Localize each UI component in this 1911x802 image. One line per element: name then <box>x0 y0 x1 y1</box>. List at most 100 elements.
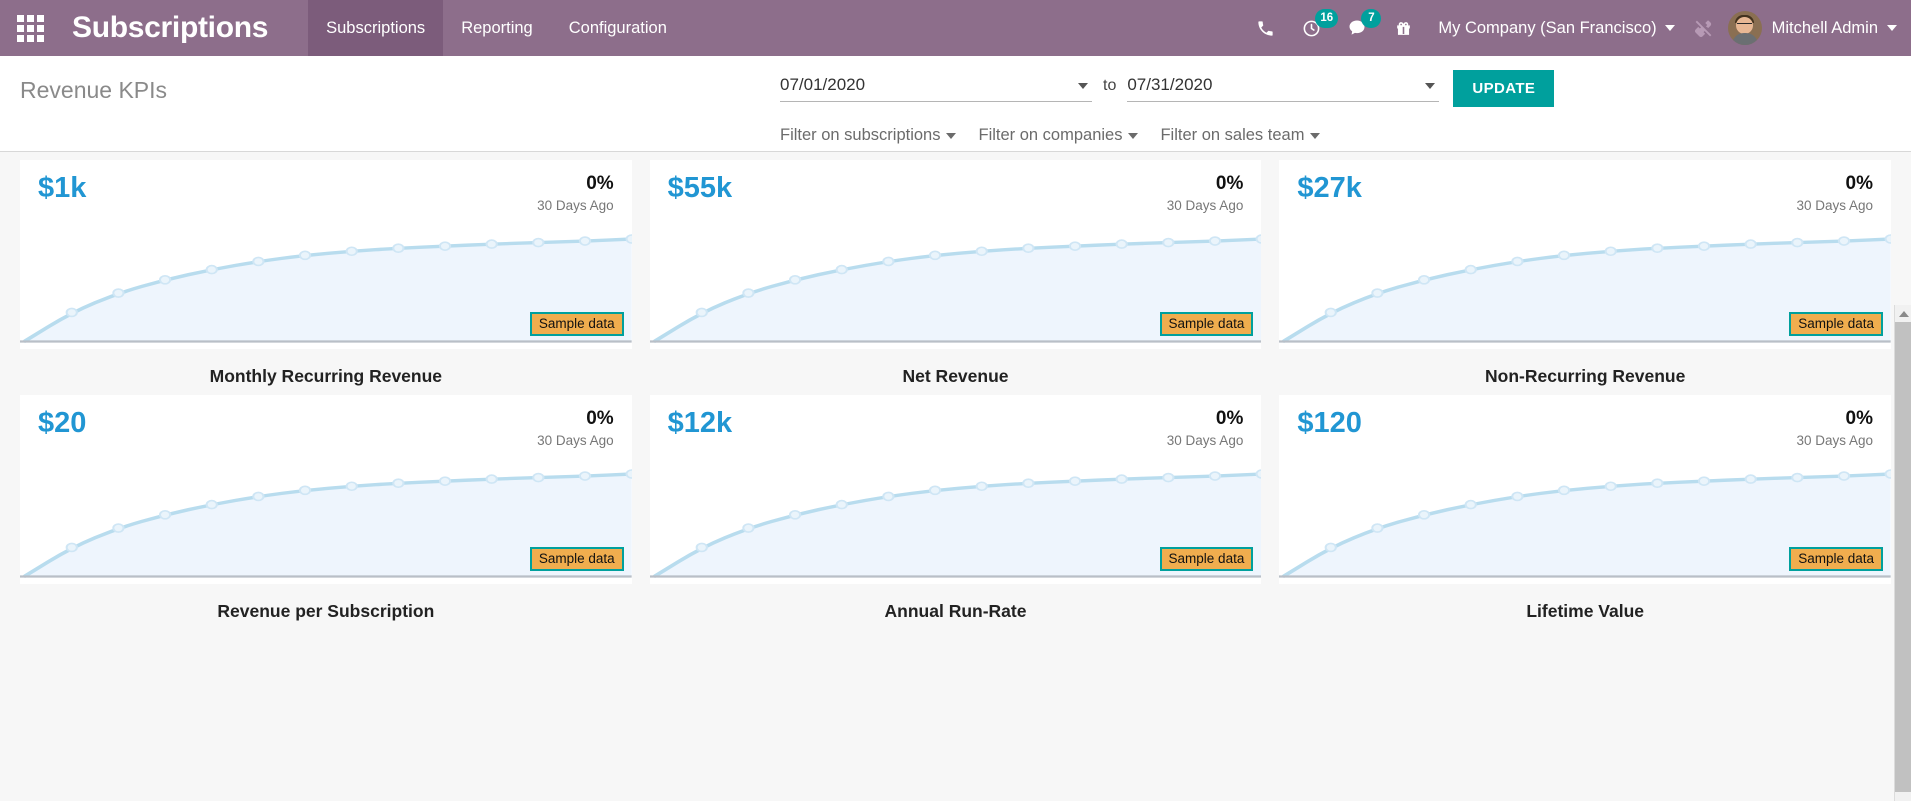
kpi-cell-monthly-recurring-revenue: $1k 0% 30 Days Ago Sample data Monthly R… <box>20 152 632 387</box>
kpi-cell-lifetime-value: $120 0% 30 Days Ago Sample data Lifetime… <box>1279 387 1891 622</box>
company-name-label: My Company (San Francisco) <box>1438 19 1656 38</box>
kpi-since-label: 30 Days Ago <box>1796 198 1873 213</box>
kpi-row-1: $1k 0% 30 Days Ago Sample data Monthly R… <box>20 152 1891 387</box>
chevron-up-icon <box>1899 311 1909 317</box>
gift-icon <box>1394 19 1413 38</box>
kpi-percent: 0% <box>537 174 614 194</box>
kpi-row-2: $20 0% 30 Days Ago Sample data Revenue p… <box>20 387 1891 622</box>
filter-on-subscriptions-label: Filter on subscriptions <box>780 126 940 145</box>
kpi-title: Non-Recurring Revenue <box>1279 366 1891 387</box>
developer-tools-button[interactable] <box>1693 18 1714 39</box>
tab-reporting-label: Reporting <box>461 19 533 38</box>
kpi-comparison: 0% 30 Days Ago <box>1796 174 1873 213</box>
tab-configuration-label: Configuration <box>569 19 667 38</box>
kpi-title: Lifetime Value <box>1279 601 1891 622</box>
kpi-title: Net Revenue <box>650 366 1262 387</box>
avatar-glasses <box>1737 23 1752 27</box>
kpi-header: $120 0% 30 Days Ago <box>1297 409 1873 448</box>
kpi-value: $55k <box>668 174 733 203</box>
scrollbar-thumb[interactable] <box>1895 322 1911 792</box>
sample-data-badge[interactable]: Sample data <box>1160 312 1254 336</box>
sample-data-badge[interactable]: Sample data <box>1789 547 1883 571</box>
kpi-card-net-revenue[interactable]: $55k 0% 30 Days Ago Sample data <box>650 160 1262 349</box>
chevron-down-icon <box>1128 133 1138 139</box>
kpi-title: Annual Run-Rate <box>650 601 1262 622</box>
filter-on-subscriptions-dropdown[interactable]: Filter on subscriptions <box>780 126 956 145</box>
kpi-since-label: 30 Days Ago <box>537 433 614 448</box>
tab-subscriptions[interactable]: Subscriptions <box>308 0 443 56</box>
filter-on-sales-team-dropdown[interactable]: Filter on sales team <box>1160 126 1320 145</box>
kpi-comparison: 0% 30 Days Ago <box>537 174 614 213</box>
kpi-percent: 0% <box>537 409 614 429</box>
kpi-card-monthly-recurring-revenue[interactable]: $1k 0% 30 Days Ago Sample data <box>20 160 632 349</box>
tab-subscriptions-label: Subscriptions <box>326 19 425 38</box>
sample-data-badge[interactable]: Sample data <box>530 547 624 571</box>
kpi-since-label: 30 Days Ago <box>537 198 614 213</box>
date-from-input[interactable] <box>780 75 1092 95</box>
kpi-since-label: 30 Days Ago <box>1167 198 1244 213</box>
kpi-card-lifetime-value[interactable]: $120 0% 30 Days Ago Sample data <box>1279 395 1891 584</box>
date-from-field[interactable] <box>780 75 1092 102</box>
sample-data-badge[interactable]: Sample data <box>1160 547 1254 571</box>
avatar[interactable] <box>1728 11 1762 45</box>
date-to-input[interactable] <box>1127 75 1439 95</box>
date-range-row: to UPDATE <box>780 70 1891 107</box>
filter-on-companies-dropdown[interactable]: Filter on companies <box>978 126 1138 145</box>
kpi-cell-non-recurring-revenue: $27k 0% 30 Days Ago Sample data Non-Recu… <box>1279 152 1891 387</box>
page-title: Revenue KPIs <box>20 77 167 104</box>
date-to-dropdown-icon[interactable] <box>1425 83 1435 89</box>
kpi-comparison: 0% 30 Days Ago <box>537 409 614 448</box>
kpi-percent: 0% <box>1167 409 1244 429</box>
company-switcher[interactable]: My Company (San Francisco) <box>1438 19 1674 38</box>
phone-icon <box>1256 19 1275 38</box>
navbar-right-group: 16 7 My Company (San Francisco) <box>1242 0 1911 56</box>
kpi-title: Monthly Recurring Revenue <box>20 366 632 387</box>
user-menu[interactable]: Mitchell Admin <box>1772 19 1897 38</box>
chevron-down-icon <box>1665 25 1675 31</box>
kpi-header: $20 0% 30 Days Ago <box>38 409 614 448</box>
kpi-card-non-recurring-revenue[interactable]: $27k 0% 30 Days Ago Sample data <box>1279 160 1891 349</box>
kpi-cell-net-revenue: $55k 0% 30 Days Ago Sample data Net Reve… <box>650 152 1262 387</box>
kpi-value: $27k <box>1297 174 1362 203</box>
activities-button[interactable]: 16 <box>1288 0 1334 56</box>
vertical-scrollbar[interactable] <box>1894 305 1911 801</box>
app-brand-title: Subscriptions <box>72 11 268 45</box>
control-panel: Revenue KPIs to UPDATE Filter on subscri… <box>0 56 1911 152</box>
filter-on-sales-team-label: Filter on sales team <box>1160 126 1304 145</box>
kpi-percent: 0% <box>1796 174 1873 194</box>
kpi-comparison: 0% 30 Days Ago <box>1167 409 1244 448</box>
filter-dropdowns-row: Filter on subscriptions Filter on compan… <box>780 126 1891 145</box>
date-range-to-label: to <box>1103 77 1116 101</box>
tab-reporting[interactable]: Reporting <box>443 0 551 56</box>
date-from-dropdown-icon[interactable] <box>1078 83 1088 89</box>
kpi-comparison: 0% 30 Days Ago <box>1796 409 1873 448</box>
apps-menu-button[interactable] <box>0 0 60 56</box>
messages-button[interactable]: 7 <box>1334 0 1380 56</box>
date-to-field[interactable] <box>1127 75 1439 102</box>
kpi-header: $55k 0% 30 Days Ago <box>668 174 1244 213</box>
sample-data-badge[interactable]: Sample data <box>1789 312 1883 336</box>
phone-button[interactable] <box>1242 0 1288 56</box>
kpi-title: Revenue per Subscription <box>20 601 632 622</box>
kpi-header: $12k 0% 30 Days Ago <box>668 409 1244 448</box>
chevron-down-icon <box>1310 133 1320 139</box>
user-name-label: Mitchell Admin <box>1772 19 1878 38</box>
update-button[interactable]: UPDATE <box>1453 70 1554 107</box>
top-navbar: Subscriptions Subscriptions Reporting Co… <box>0 0 1911 56</box>
kpi-since-label: 30 Days Ago <box>1796 433 1873 448</box>
kpi-card-annual-run-rate[interactable]: $12k 0% 30 Days Ago Sample data <box>650 395 1262 584</box>
filter-on-companies-label: Filter on companies <box>978 126 1122 145</box>
kpi-comparison: 0% 30 Days Ago <box>1167 174 1244 213</box>
kpi-dashboard: $1k 0% 30 Days Ago Sample data Monthly R… <box>0 152 1911 801</box>
kpi-value: $12k <box>668 409 733 438</box>
avatar-body <box>1732 33 1758 45</box>
scroll-up-button[interactable] <box>1895 305 1911 322</box>
tab-configuration[interactable]: Configuration <box>551 0 685 56</box>
kpi-percent: 0% <box>1167 174 1244 194</box>
main-menu-tabs: Subscriptions Reporting Configuration <box>308 0 685 56</box>
tools-wrench-icon <box>1693 18 1714 39</box>
chevron-down-icon <box>1887 25 1897 31</box>
sample-data-badge[interactable]: Sample data <box>530 312 624 336</box>
kpi-card-revenue-per-subscription[interactable]: $20 0% 30 Days Ago Sample data <box>20 395 632 584</box>
gift-button[interactable] <box>1380 0 1426 56</box>
